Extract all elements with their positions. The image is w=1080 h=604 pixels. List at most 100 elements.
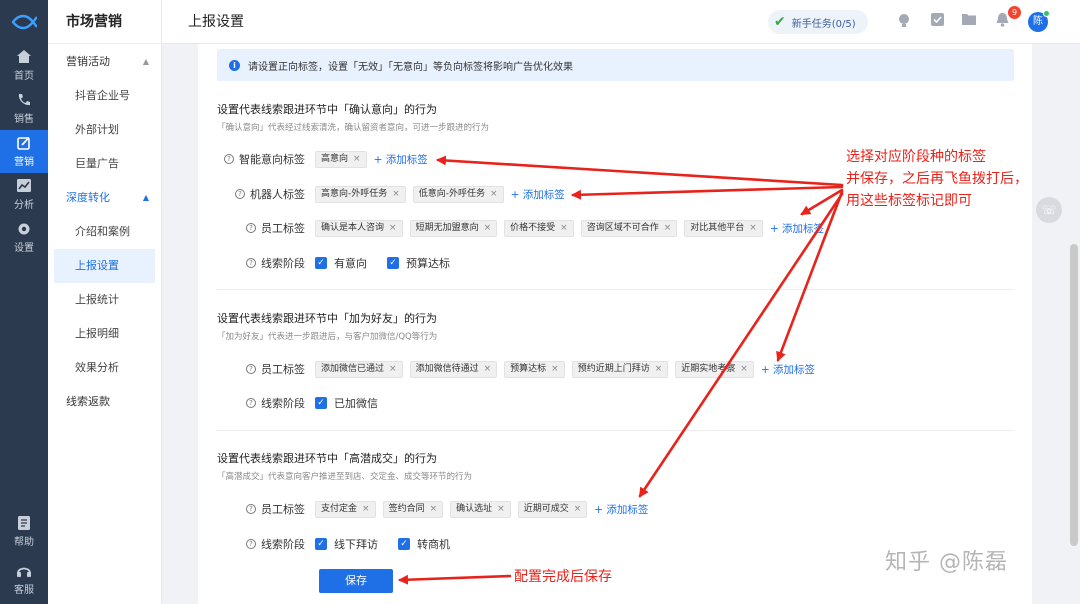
close-icon[interactable]: ×	[353, 151, 361, 168]
close-icon[interactable]: ×	[484, 361, 492, 378]
question-icon[interactable]: ?	[246, 539, 256, 549]
tag: 低意向-外呼任务 ×	[412, 185, 504, 203]
sidebar-group-label: 营销活动	[66, 55, 110, 68]
page-title: 上报设置	[188, 14, 244, 30]
rail-item-marketing[interactable]: 营销	[0, 130, 48, 173]
icon-rail: 首页 销售 营销 分析 设置 帮助 客服	[0, 0, 48, 604]
bell-icon[interactable]	[994, 13, 1010, 29]
tag: 价格不接受 ×	[504, 219, 574, 237]
checkmark-icon: ✓	[315, 397, 327, 409]
close-icon[interactable]: ×	[430, 501, 438, 518]
close-icon[interactable]: ×	[749, 220, 757, 237]
question-icon[interactable]: ?	[246, 258, 256, 268]
sidebar-item-ocean-ads[interactable]: 巨量广告	[48, 147, 161, 181]
sidebar-group-label: 深度转化	[66, 191, 110, 204]
question-icon[interactable]: ?	[246, 223, 256, 233]
question-icon[interactable]: ?	[246, 504, 256, 514]
save-button[interactable]: 保存	[319, 569, 393, 593]
tag: 预约近期上门拜访 ×	[571, 360, 669, 378]
sidebar-item-douyin[interactable]: 抖音企业号	[48, 79, 161, 113]
close-icon[interactable]: ×	[389, 361, 397, 378]
add-tag-button[interactable]: + 添加标签	[374, 152, 428, 167]
row-label: ? 机器人标签	[235, 186, 305, 202]
sidebar-group-campaigns[interactable]: 营销活动 ▲	[48, 45, 161, 79]
checkmark-icon: ✓	[315, 257, 327, 269]
checkbox-to-opportunity[interactable]: ✓ 转商机	[398, 536, 450, 552]
form-row: ? 员工标签 添加微信已通过 × 添加微信待通过 × 预算达标 × 预约近期上门拜访 × …	[198, 359, 1032, 379]
checkbox-budget-ok[interactable]: ✓ 预算达标	[387, 255, 450, 271]
sidebar-item-report-settings[interactable]: 上报设置	[54, 249, 155, 283]
close-icon[interactable]: ×	[740, 361, 748, 378]
close-icon[interactable]: ×	[655, 361, 663, 378]
bulb-icon[interactable]	[896, 13, 912, 29]
close-icon[interactable]: ×	[497, 501, 505, 518]
rail-item-service[interactable]: 客服	[0, 556, 48, 604]
row-label: ? 线索阶段	[246, 536, 305, 552]
tag: 高意向 ×	[315, 150, 367, 168]
tag: 支付定金 ×	[315, 500, 376, 518]
folder-icon[interactable]	[961, 13, 977, 29]
close-icon[interactable]: ×	[484, 220, 492, 237]
rail-item-settings[interactable]: 设置	[0, 216, 48, 259]
notice-text: 请设置正向标签，设置「无效」「无意向」等负向标签将影响广告优化效果	[248, 61, 573, 73]
form-row: ? 线索阶段 ✓ 已加微信	[198, 393, 1032, 413]
scrollbar-thumb[interactable]	[1070, 244, 1078, 546]
sidebar-item-external-plan[interactable]: 外部计划	[48, 113, 161, 147]
add-tag-button[interactable]: + 添加标签	[770, 221, 824, 236]
question-icon[interactable]: ?	[235, 189, 245, 199]
divider	[217, 430, 1014, 431]
rail-item-sales[interactable]: 销售	[0, 87, 48, 130]
rail-label: 设置	[14, 242, 34, 254]
section-desc: 「高潜成交」代表意向客户推进至到店、交定金、成交等环节的行为	[217, 472, 473, 482]
annotation-text: 选择对应阶段种的标签 并保存，之后再飞鱼拨打后， 用这些标签标记即可	[846, 149, 1028, 209]
tag: 咨询区域不可合作 ×	[580, 219, 678, 237]
sidebar-group-deep-conversion[interactable]: 深度转化 ▲	[48, 181, 161, 215]
add-tag-button[interactable]: + 添加标签	[761, 362, 815, 377]
question-icon[interactable]: ?	[246, 398, 256, 408]
close-icon[interactable]: ×	[490, 186, 498, 203]
checkmark-icon: ✓	[387, 257, 399, 269]
sidebar-item-report-details[interactable]: 上报明细	[48, 317, 161, 351]
close-icon[interactable]: ×	[392, 186, 400, 203]
checkbox-group: ✓ 有意向 ✓ 预算达标	[315, 255, 470, 271]
close-icon[interactable]: ×	[362, 501, 370, 518]
top-header: 上报设置 ✔ 新手任务(0/5) 9 陈	[162, 0, 1080, 44]
form-row: ? 员工标签 支付定金 × 签约合同 × 确认选址 × 近期可成交 × + 添加标签	[198, 499, 1032, 519]
avatar[interactable]: 陈	[1028, 10, 1050, 32]
question-icon[interactable]: ?	[224, 154, 234, 164]
close-icon[interactable]: ×	[551, 361, 559, 378]
close-icon[interactable]: ×	[664, 220, 672, 237]
rail-label: 帮助	[14, 537, 34, 548]
add-tag-button[interactable]: + 添加标签	[594, 502, 648, 517]
sidebar-group-lead-refund[interactable]: 线索返款	[48, 385, 161, 419]
sidebar-item-report-stats[interactable]: 上报统计	[48, 283, 161, 317]
rail-label: 销售	[14, 113, 34, 125]
question-icon[interactable]: ?	[246, 364, 256, 374]
rail-item-home[interactable]: 首页	[0, 44, 48, 87]
notice-banner: i 请设置正向标签，设置「无效」「无意向」等负向标签将影响广告优化效果	[217, 49, 1014, 81]
rail-item-help[interactable]: 帮助	[0, 508, 48, 556]
row-label: ? 智能意向标签	[224, 151, 305, 167]
sidebar-item-effect-analysis[interactable]: 效果分析	[48, 351, 161, 385]
avatar-initial: 陈	[1033, 16, 1043, 27]
chevron-up-icon: ▲	[142, 57, 149, 66]
checkbox-interested[interactable]: ✓ 有意向	[315, 255, 367, 271]
tag: 高意向-外呼任务 ×	[315, 185, 406, 203]
report-settings-panel: i 请设置正向标签，设置「无效」「无意向」等负向标签将影响广告优化效果 设置代表…	[198, 44, 1032, 604]
newbie-task-button[interactable]: ✔ 新手任务(0/5)	[768, 10, 868, 34]
close-icon[interactable]: ×	[574, 501, 582, 518]
sidebar-item-intro[interactable]: 介绍和案例	[48, 215, 161, 249]
checkbox-wechat-added[interactable]: ✓ 已加微信	[315, 395, 378, 411]
task-check-icon[interactable]	[929, 13, 945, 29]
app-logo[interactable]	[0, 0, 48, 44]
phone-float-icon[interactable]: ☏	[1036, 197, 1062, 223]
checkbox-group: ✓ 线下拜访 ✓ 转商机	[315, 536, 470, 552]
checkbox-offline-visit[interactable]: ✓ 线下拜访	[315, 536, 378, 552]
rail-item-analysis[interactable]: 分析	[0, 173, 48, 216]
tag-list: 支付定金 × 签约合同 × 确认选址 × 近期可成交 × + 添加标签	[315, 500, 648, 518]
close-icon[interactable]: ×	[560, 220, 568, 237]
close-icon[interactable]: ×	[389, 220, 397, 237]
row-label: ? 员工标签	[246, 361, 305, 377]
phone-icon	[16, 93, 32, 107]
add-tag-button[interactable]: + 添加标签	[511, 187, 565, 202]
